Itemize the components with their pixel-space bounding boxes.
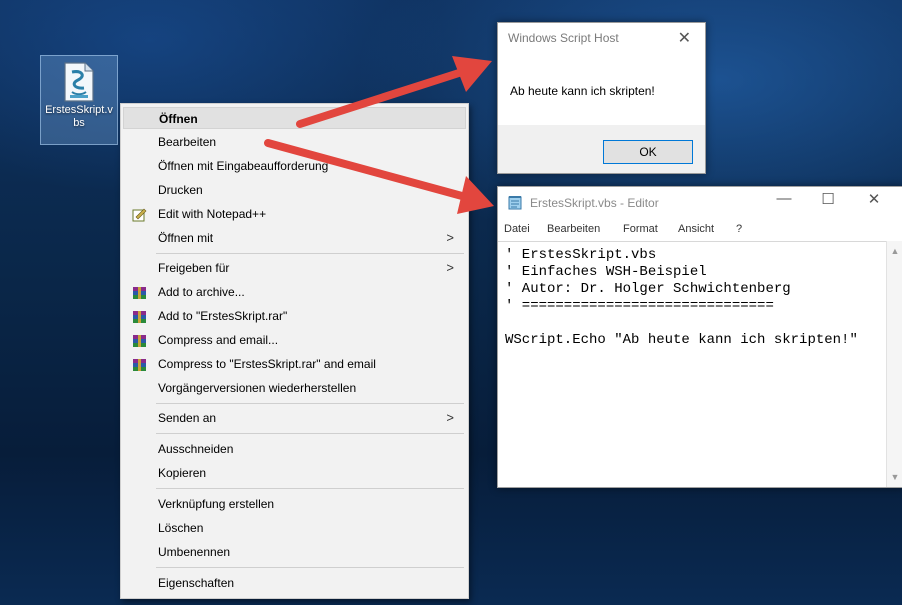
menu-item-bearbeiten[interactable]: Bearbeiten [123,131,466,153]
menu-item-add-to-rar[interactable]: Add to "ErstesSkript.rar" [123,305,466,327]
notepad-menubar: Datei Bearbeiten Format Ansicht ? [498,221,902,239]
menu-item-oeffnen-mit-eingabeaufforderung[interactable]: Öffnen mit Eingabeaufforderung [123,155,466,177]
close-icon[interactable]: ✕ [678,28,691,48]
menu-item-kopieren[interactable]: Kopieren [123,462,466,484]
menu-item-verknuepfung-erstellen[interactable]: Verknüpfung erstellen [123,493,466,515]
desktop-icon-label: ErstesSkript.vbs [45,104,113,129]
menu-help[interactable]: ? [736,223,742,235]
menu-separator [156,403,464,404]
menu-bearbeiten[interactable]: Bearbeiten [547,223,600,235]
menu-item-edit-with-notepadpp[interactable]: Edit with Notepad++ [123,203,466,225]
menu-datei[interactable]: Datei [504,223,530,235]
winrar-icon [132,309,147,323]
submenu-chevron-icon: > [446,260,454,275]
menu-item-oeffnen[interactable]: Öffnen [123,107,466,129]
winrar-icon [132,357,147,371]
desktop-file-icon[interactable]: ErstesSkript.vbs [40,55,118,145]
menu-item-vorgaengerversionen[interactable]: Vorgängerversionen wiederherstellen [123,377,466,399]
menu-item-umbenennen[interactable]: Umbenennen [123,541,466,563]
notepad-titlebar[interactable]: ErstesSkript.vbs - Editor — ☐ ✕ [498,187,902,218]
menu-item-compress-to-rar-and-email[interactable]: Compress to "ErstesSkript.rar" and email [123,353,466,375]
notepad-plus-plus-icon [132,207,147,222]
menu-item-oeffnen-mit[interactable]: Öffnen mit > [123,227,466,249]
minimize-icon[interactable]: — [769,190,799,207]
menu-item-eigenschaften[interactable]: Eigenschaften [123,572,466,594]
message-box-footer: OK [498,125,705,173]
menu-item-freigeben-fuer[interactable]: Freigeben für > [123,257,466,279]
menu-item-drucken[interactable]: Drucken [123,179,466,201]
submenu-chevron-icon: > [446,230,454,245]
winrar-icon [132,285,147,299]
message-box-title: Windows Script Host [508,31,619,45]
message-box-window: Windows Script Host ✕ Ab heute kann ich … [497,22,706,174]
menu-ansicht[interactable]: Ansicht [678,223,714,235]
submenu-chevron-icon: > [446,410,454,425]
menu-item-add-to-archive[interactable]: Add to archive... [123,281,466,303]
maximize-icon[interactable]: ☐ [813,190,843,208]
menu-format[interactable]: Format [623,223,658,235]
vbs-script-icon [62,62,96,102]
menu-item-ausschneiden[interactable]: Ausschneiden [123,438,466,460]
vertical-scrollbar[interactable]: ▲ ▼ [886,241,902,487]
notepad-icon [508,195,522,210]
menu-separator [156,433,464,434]
close-icon[interactable]: ✕ [859,190,889,208]
notepad-text-area[interactable]: ' ErstesSkript.vbs ' Einfaches WSH-Beisp… [498,241,886,487]
menu-separator [156,253,464,254]
menu-separator [156,488,464,489]
menu-item-senden-an[interactable]: Senden an > [123,407,466,429]
menu-separator [156,567,464,568]
context-menu: Öffnen Bearbeiten Öffnen mit Eingabeauff… [120,103,469,599]
scroll-down-icon[interactable]: ▼ [887,469,902,485]
notepad-title: ErstesSkript.vbs - Editor [530,196,659,210]
scroll-up-icon[interactable]: ▲ [887,243,902,259]
winrar-icon [132,333,147,347]
menu-item-loeschen[interactable]: Löschen [123,517,466,539]
notepad-window: ErstesSkript.vbs - Editor — ☐ ✕ Datei Be… [497,186,902,488]
ok-button[interactable]: OK [603,140,693,164]
menu-item-compress-and-email[interactable]: Compress and email... [123,329,466,351]
message-box-text: Ab heute kann ich skripten! [510,84,655,98]
